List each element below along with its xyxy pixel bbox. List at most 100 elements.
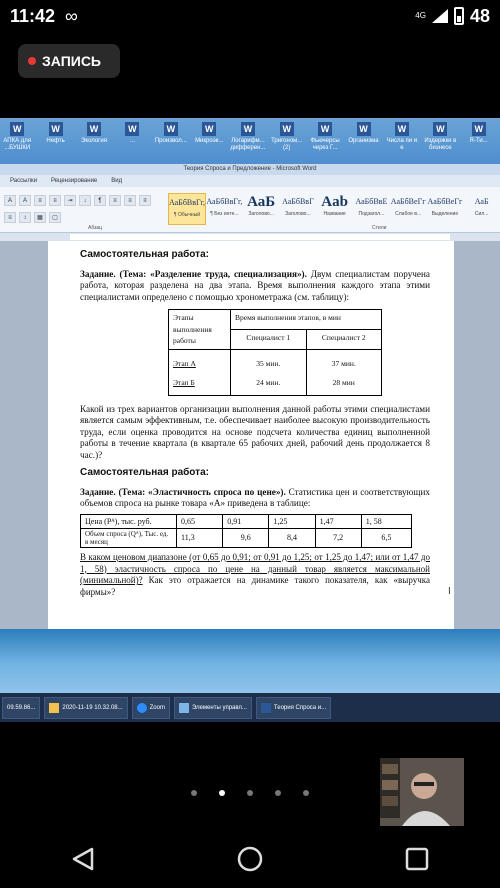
- page-dot[interactable]: [191, 790, 197, 796]
- shading-icon[interactable]: ▦: [34, 211, 46, 223]
- taskbar-item[interactable]: Zoom: [131, 696, 170, 719]
- tab-view[interactable]: Вид: [111, 175, 122, 187]
- record-dot-icon: [28, 57, 36, 65]
- demand-cell: 9,6: [222, 528, 270, 548]
- word-doc-icon: W: [356, 122, 371, 136]
- desktop-icon[interactable]: W Нефть: [38, 118, 72, 164]
- numbering-icon[interactable]: ≡: [49, 195, 61, 206]
- style-name: Слабое в...: [395, 211, 422, 217]
- desktop-icon-label: Организма: [348, 138, 379, 144]
- table1-header-stage: Этапы выполнения работы: [168, 309, 231, 350]
- price-cell: 0,65: [175, 513, 224, 529]
- style-option[interactable]: АаБ Заголово...: [243, 193, 280, 225]
- style-option[interactable]: АаБбВвГг, ¶ Без инте...: [206, 193, 243, 225]
- desktop-icon-label: Логарифм... дифферен...: [230, 138, 266, 151]
- style-sample: АаБ: [474, 197, 489, 206]
- page-dot[interactable]: [247, 790, 253, 796]
- group-styles-label: Стили: [372, 225, 387, 231]
- desktop-icon[interactable]: W R-Ти...: [462, 118, 496, 164]
- home-icon[interactable]: [230, 839, 270, 879]
- tab-mailings[interactable]: Рассылки: [10, 175, 37, 187]
- borders-icon[interactable]: ▢: [49, 211, 61, 223]
- status-bar: 11:42 ∞ 4G 48: [0, 0, 500, 32]
- taskbar-item[interactable]: Теория Спроса и...: [255, 696, 332, 719]
- paragraph-format-buttons: A A ≡ ≡ ⇥ ↓ ¶ ≡ ≡ ≡ ≡ ↕ ▦ ▢: [4, 195, 164, 225]
- ruler[interactable]: [0, 233, 500, 241]
- table1-header-s1: Специалист 1: [230, 328, 307, 350]
- desktop-icon[interactable]: W Организма: [346, 118, 380, 164]
- desktop-icon[interactable]: W Микроэк...: [192, 118, 226, 164]
- ribbon: A A ≡ ≡ ⇥ ↓ ¶ ≡ ≡ ≡ ≡ ↕ ▦ ▢ АаБбВвГг, ¶ О…: [0, 187, 500, 233]
- style-sample: Aab: [321, 194, 348, 210]
- recents-icon[interactable]: [397, 839, 437, 879]
- word-doc-icon: W: [394, 122, 409, 136]
- style-option[interactable]: АаБбВеГг Слабое в...: [390, 193, 427, 225]
- document-page[interactable]: Самостоятельная работа: Задание. (Тема: …: [48, 241, 454, 629]
- taskbar-item[interactable]: Элементы управл...: [173, 696, 252, 719]
- style-name: Сил...: [474, 211, 489, 217]
- style-option[interactable]: АаБбВвГ Заголово...: [280, 193, 317, 225]
- font-size-button[interactable]: A: [4, 195, 16, 206]
- word-doc-icon: W: [48, 122, 63, 136]
- style-option[interactable]: АаБбВвГг, ¶ Обычный: [168, 193, 207, 225]
- desktop-icon[interactable]: W Фьючерсы через Г...: [308, 118, 342, 164]
- indent-icon[interactable]: ⇥: [64, 195, 76, 206]
- pilcrow-icon[interactable]: ¶: [94, 195, 106, 206]
- page-dot[interactable]: [303, 790, 309, 796]
- font-color-icon[interactable]: A: [19, 195, 31, 206]
- word-doc-icon: W: [318, 122, 333, 136]
- desktop-icon[interactable]: W...: [115, 118, 149, 164]
- desktop-icon-label: ...: [129, 138, 135, 144]
- style-name: Заголово...: [248, 211, 274, 217]
- table1-stage-a: Этап А: [173, 358, 196, 368]
- zoom-icon: [136, 702, 147, 713]
- word-doc-icon: W: [240, 122, 255, 136]
- taskbar-item[interactable]: 09.59.86...: [2, 696, 41, 719]
- word-doc-icon: W: [433, 122, 448, 136]
- style-option[interactable]: АаБбВеГг Выделение: [427, 193, 464, 225]
- desktop-icon[interactable]: W Числа пи и е: [385, 118, 419, 164]
- word-doc-icon: W: [87, 122, 102, 136]
- recording-indicator[interactable]: ЗАПИСЬ: [18, 44, 120, 78]
- video-thumbnail[interactable]: [380, 758, 464, 826]
- align-left-icon[interactable]: ≡: [109, 195, 121, 206]
- desktop-icon[interactable]: W Экология: [77, 118, 111, 164]
- desktop-icon-label: Числа пи и е: [386, 138, 418, 151]
- sort-icon[interactable]: ↓: [79, 195, 91, 206]
- question-2: В каком ценовом диапазоне (от 0,65 до 0,…: [80, 552, 430, 598]
- desktop-icon[interactable]: W Произвол...: [154, 118, 188, 164]
- price-cell: 1,25: [268, 513, 316, 529]
- table1-b-s1: 24 мин.: [256, 378, 281, 387]
- style-option[interactable]: Aab Название: [316, 193, 353, 225]
- desktop-icon-label: АПКА для ...БУШКИ: [3, 138, 32, 151]
- desktop-icon[interactable]: W Издержки в бизнесе: [423, 118, 457, 164]
- page-dot-active[interactable]: [219, 790, 225, 796]
- line-spacing-icon[interactable]: ↕: [19, 211, 31, 223]
- align-center-icon[interactable]: ≡: [124, 195, 136, 206]
- justify-icon[interactable]: ≡: [4, 211, 16, 223]
- style-option[interactable]: АаБбВвЕ Подзагол...: [353, 193, 390, 225]
- page-dot[interactable]: [275, 790, 281, 796]
- style-sample: АаБбВеГг: [390, 197, 426, 206]
- back-icon[interactable]: [63, 839, 103, 879]
- heading-self-work-2: Самостоятельная работа:: [80, 467, 209, 478]
- desktop-wallpaper: [0, 629, 500, 693]
- desktop-icon[interactable]: W Тригоном... (2): [269, 118, 303, 164]
- align-right-icon[interactable]: ≡: [139, 195, 151, 206]
- word-doc-icon: W: [10, 122, 25, 136]
- word-doc-icon: W: [125, 122, 140, 136]
- style-sample: АаБбВвГг,: [169, 198, 206, 207]
- table1-b-s2: 28 мин: [332, 378, 355, 387]
- style-sample: АаБбВвЕ: [355, 197, 388, 206]
- style-option[interactable]: АаБ Сил...: [463, 193, 500, 225]
- style-sample: АаБ: [247, 194, 276, 210]
- tab-review[interactable]: Рецензирование: [51, 175, 97, 187]
- word-doc-icon: W: [202, 122, 217, 136]
- demand-cell: 6,5: [360, 528, 413, 548]
- desktop-icon[interactable]: W АПКА для ...БУШКИ: [0, 118, 34, 164]
- taskbar-item[interactable]: 2020-11-19 10.32.08...: [44, 696, 128, 719]
- bullets-icon[interactable]: ≡: [34, 195, 46, 206]
- desktop-icon[interactable]: W Логарифм... дифферен...: [230, 118, 266, 164]
- battery-percent: 48: [469, 5, 490, 26]
- table1-stage-b: Этап Б: [173, 378, 195, 387]
